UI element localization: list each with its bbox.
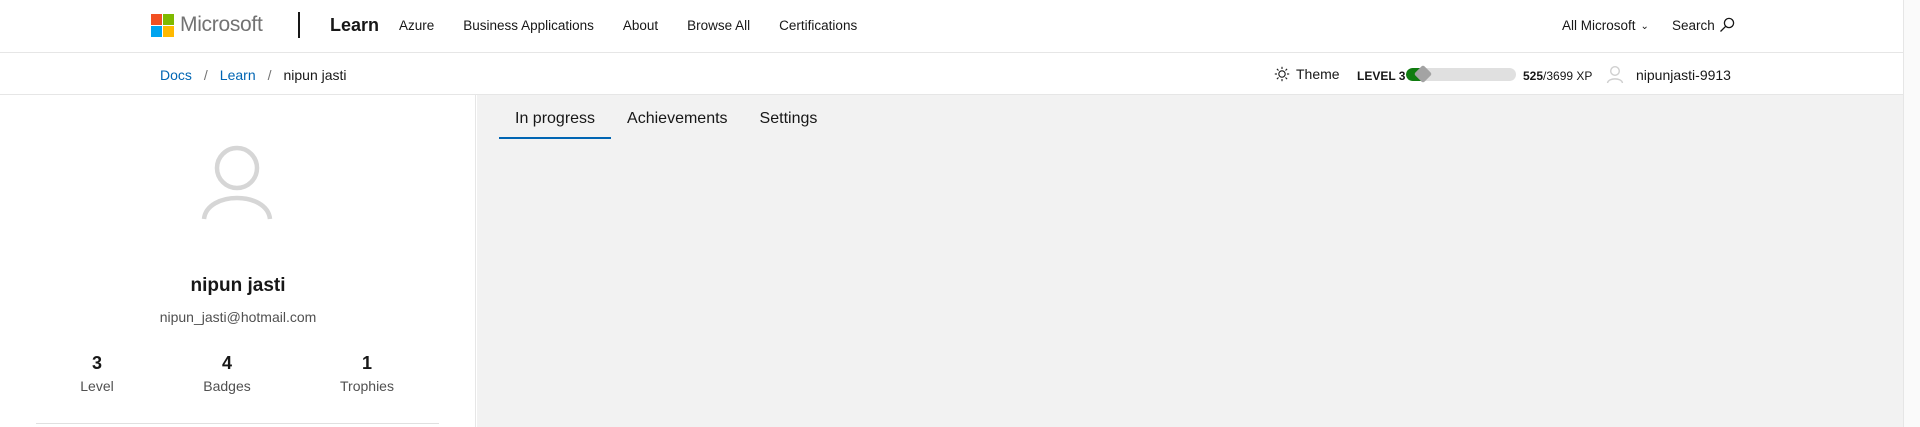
logo-square-yellow: [163, 25, 174, 37]
theme-label: Theme: [1296, 66, 1340, 82]
tab-achievements[interactable]: Achievements: [611, 110, 744, 139]
search-icon: [1719, 17, 1735, 32]
profile-panel: nipun jasti nipun_jasti@hotmail.com 3 Le…: [0, 95, 476, 427]
stat-level: 3 Level: [42, 353, 152, 394]
brand-name: Microsoft: [180, 13, 263, 36]
stat-badges-value: 4: [221, 353, 232, 373]
main-content: In progress Achievements Settings: [477, 95, 1903, 427]
breadcrumb-separator: /: [203, 67, 208, 83]
tab-in-progress[interactable]: In progress: [499, 110, 612, 139]
profile-email: nipun_jasti@hotmail.com: [159, 309, 317, 325]
sub-header: Docs / Learn / nipun jasti Theme LEVEL 3…: [0, 54, 1903, 95]
profile-tabs: In progress Achievements Settings: [499, 110, 833, 139]
tab-settings[interactable]: Settings: [744, 110, 834, 139]
xp-value: 525/3699 XP: [1523, 69, 1592, 83]
search-button[interactable]: Search: [1672, 17, 1735, 33]
nav-item-about[interactable]: About: [623, 18, 658, 33]
profile-avatar-icon: [201, 145, 273, 220]
breadcrumb: Docs / Learn / nipun jasti: [160, 67, 347, 83]
profile-divider: [36, 423, 439, 424]
nav-item-azure[interactable]: Azure: [399, 18, 434, 33]
stat-badges[interactable]: 4 Badges: [172, 353, 282, 394]
stat-trophies[interactable]: 1 Trophies: [312, 353, 422, 394]
learn-home-link[interactable]: Learn: [330, 15, 379, 36]
user-avatar-icon[interactable]: [1605, 64, 1625, 84]
microsoft-logo-icon: [151, 13, 174, 37]
logo-square-green: [163, 13, 174, 25]
logo-square-blue: [151, 25, 162, 37]
username-link[interactable]: nipunjasti-9913: [1636, 67, 1731, 83]
top-header: Microsoft Learn Azure Business Applicati…: [0, 0, 1903, 53]
breadcrumb-docs[interactable]: Docs: [160, 67, 192, 83]
stat-level-label: Level: [80, 378, 114, 394]
logo-square-red: [151, 13, 162, 25]
stat-trophies-value: 1: [361, 353, 372, 373]
nav-item-business-applications[interactable]: Business Applications: [463, 18, 594, 33]
breadcrumb-current: nipun jasti: [283, 67, 347, 83]
breadcrumb-separator: /: [267, 67, 272, 83]
xp-current: 525: [1523, 69, 1544, 83]
header-divider: [298, 12, 300, 38]
stat-badges-label: Badges: [203, 378, 251, 394]
theme-button[interactable]: Theme: [1274, 66, 1340, 82]
nav-item-browse-all[interactable]: Browse All: [687, 18, 750, 33]
all-microsoft-label: All Microsoft: [1562, 18, 1636, 33]
stat-level-value: 3: [91, 353, 102, 373]
vertical-scrollbar[interactable]: [1903, 0, 1920, 427]
search-label: Search: [1672, 17, 1715, 33]
xp-total: /3699 XP: [1543, 69, 1593, 83]
all-microsoft-menu[interactable]: All Microsoft ⌄: [1562, 18, 1649, 33]
breadcrumb-learn[interactable]: Learn: [220, 67, 256, 83]
top-nav: Azure Business Applications About Browse…: [399, 18, 886, 33]
profile-name: nipun jasti: [190, 275, 286, 296]
chevron-down-icon: ⌄: [1640, 21, 1649, 32]
nav-item-certifications[interactable]: Certifications: [779, 18, 857, 33]
stat-trophies-label: Trophies: [340, 378, 394, 394]
sun-icon: [1274, 66, 1290, 82]
microsoft-logo-link[interactable]: Microsoft: [151, 13, 263, 37]
level-label: LEVEL 3: [1357, 69, 1406, 83]
